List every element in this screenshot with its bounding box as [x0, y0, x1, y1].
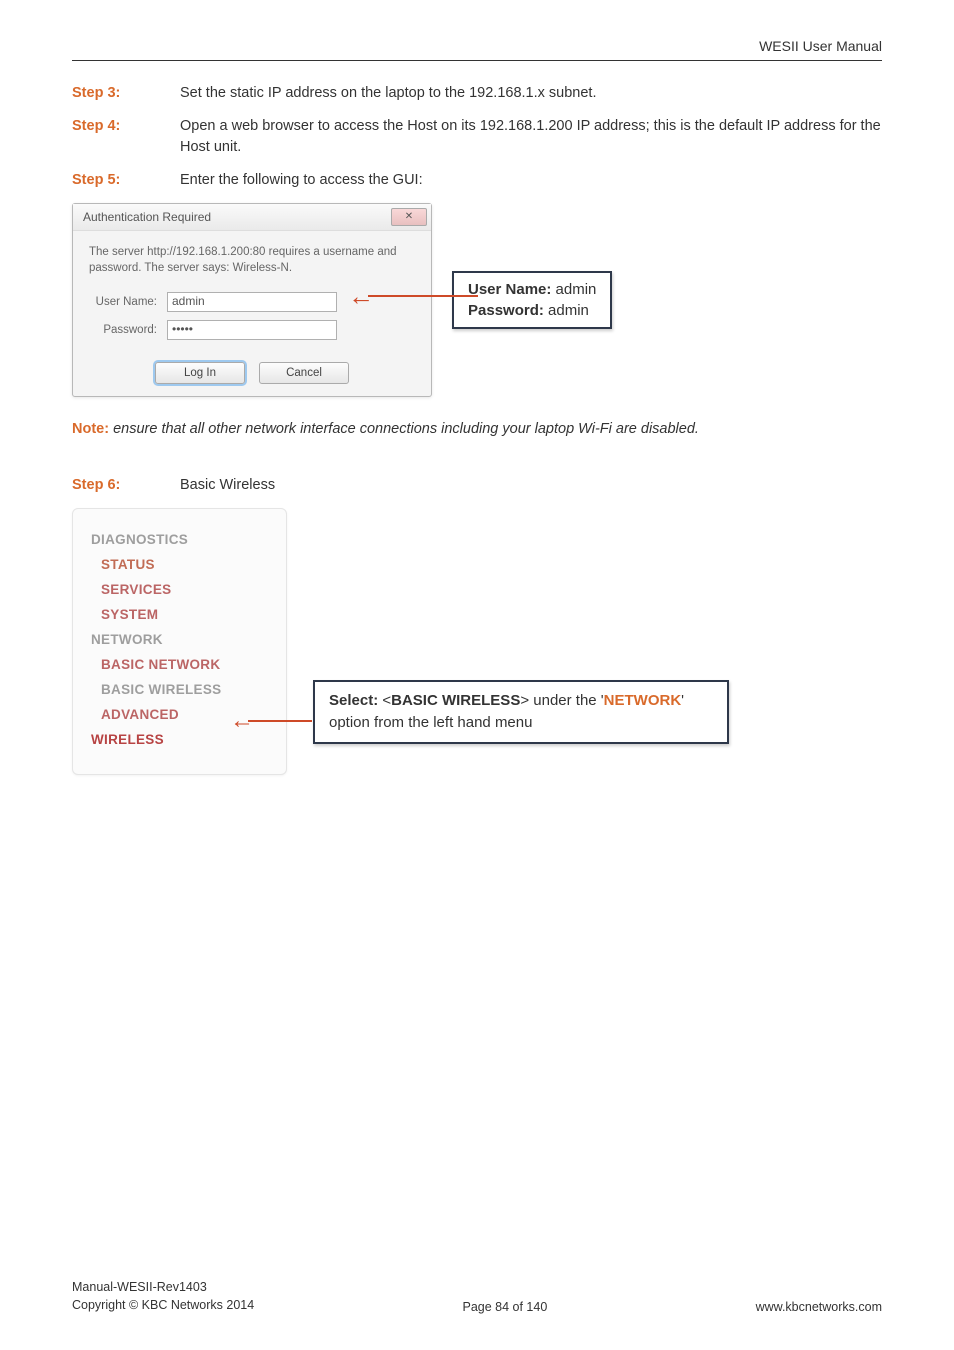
- step-4: Step 4: Open a web browser to access the…: [72, 116, 882, 158]
- cred-pass-value: admin: [544, 302, 589, 319]
- credentials-callout: User Name: admin Password: admin: [452, 271, 612, 329]
- login-button[interactable]: Log In: [155, 362, 245, 384]
- footer-page-number: Page 84 of 140: [462, 1300, 547, 1314]
- page-header-doc-title: WESII User Manual: [72, 38, 882, 60]
- sidebar-item-advanced[interactable]: ADVANCED: [73, 702, 286, 727]
- note-label: Note:: [72, 421, 109, 437]
- sidebar-item-system[interactable]: SYSTEM: [73, 602, 286, 627]
- sidebar-item-basic-network[interactable]: BASIC NETWORK: [73, 652, 286, 677]
- auth-dialog-area: Authentication Required ✕ The server htt…: [72, 203, 882, 397]
- step-label: Step 6:: [72, 475, 180, 496]
- cred-user-value: admin: [551, 281, 596, 298]
- sidebar-item-basic-wireless[interactable]: BASIC WIRELESS: [73, 677, 286, 702]
- select-prefix-bold: Select:: [329, 692, 378, 709]
- close-icon[interactable]: ✕: [391, 208, 427, 226]
- sidebar-menu: DIAGNOSTICSSTATUSSERVICESSYSTEMNETWORKBA…: [72, 508, 287, 775]
- step-5: Step 5: Enter the following to access th…: [72, 170, 882, 191]
- step-label: Step 3:: [72, 83, 180, 104]
- username-label: User Name:: [89, 296, 167, 308]
- select-text: > under the ': [520, 692, 603, 709]
- password-input[interactable]: •••••: [167, 320, 337, 340]
- step-label: Step 4:: [72, 116, 180, 158]
- step-6: Step 6: Basic Wireless: [72, 475, 882, 496]
- note-block: Note: ensure that all other network inte…: [72, 419, 882, 439]
- page-footer: Manual-WESII-Rev1403 Copyright © KBC Net…: [72, 1279, 882, 1314]
- footer-doc-id: Manual-WESII-Rev1403: [72, 1279, 254, 1297]
- cancel-button[interactable]: Cancel: [259, 362, 349, 384]
- sidebar-item-network[interactable]: NETWORK: [73, 627, 286, 652]
- sidebar-item-wireless[interactable]: WIRELESS: [73, 727, 286, 752]
- password-label: Password:: [89, 324, 167, 336]
- cred-user-label: User Name:: [468, 281, 551, 298]
- note-text: ensure that all other network interface …: [109, 421, 699, 437]
- sidebar-item-services[interactable]: SERVICES: [73, 577, 286, 602]
- username-input[interactable]: admin: [167, 292, 337, 312]
- select-network-word: NETWORK: [604, 692, 682, 709]
- step-text: Enter the following to access the GUI:: [180, 170, 882, 191]
- menu-area: DIAGNOSTICSSTATUSSERVICESSYSTEMNETWORKBA…: [72, 508, 882, 775]
- header-divider: [72, 60, 882, 61]
- auth-dialog: Authentication Required ✕ The server htt…: [72, 203, 432, 397]
- footer-copyright: Copyright © KBC Networks 2014: [72, 1297, 254, 1315]
- step-label: Step 5:: [72, 170, 180, 191]
- cred-pass-label: Password:: [468, 302, 544, 319]
- step-3: Step 3: Set the static IP address on the…: [72, 83, 882, 104]
- select-text: <: [378, 692, 391, 709]
- auth-message: The server http://192.168.1.200:80 requi…: [89, 245, 415, 276]
- step-text: Set the static IP address on the laptop …: [180, 83, 882, 104]
- arrow-line: [248, 720, 312, 722]
- step-text: Open a web browser to access the Host on…: [180, 116, 882, 158]
- arrow-line: [368, 295, 478, 297]
- step-text: Basic Wireless: [180, 475, 882, 496]
- sidebar-item-diagnostics[interactable]: DIAGNOSTICS: [73, 527, 286, 552]
- footer-url: www.kbcnetworks.com: [756, 1300, 882, 1314]
- auth-title: Authentication Required: [83, 210, 211, 224]
- select-basic-wireless: BASIC WIRELESS: [391, 692, 520, 709]
- auth-title-bar: Authentication Required ✕: [73, 204, 431, 231]
- sidebar-item-status[interactable]: STATUS: [73, 552, 286, 577]
- select-callout: Select: <BASIC WIRELESS> under the 'NETW…: [313, 680, 729, 744]
